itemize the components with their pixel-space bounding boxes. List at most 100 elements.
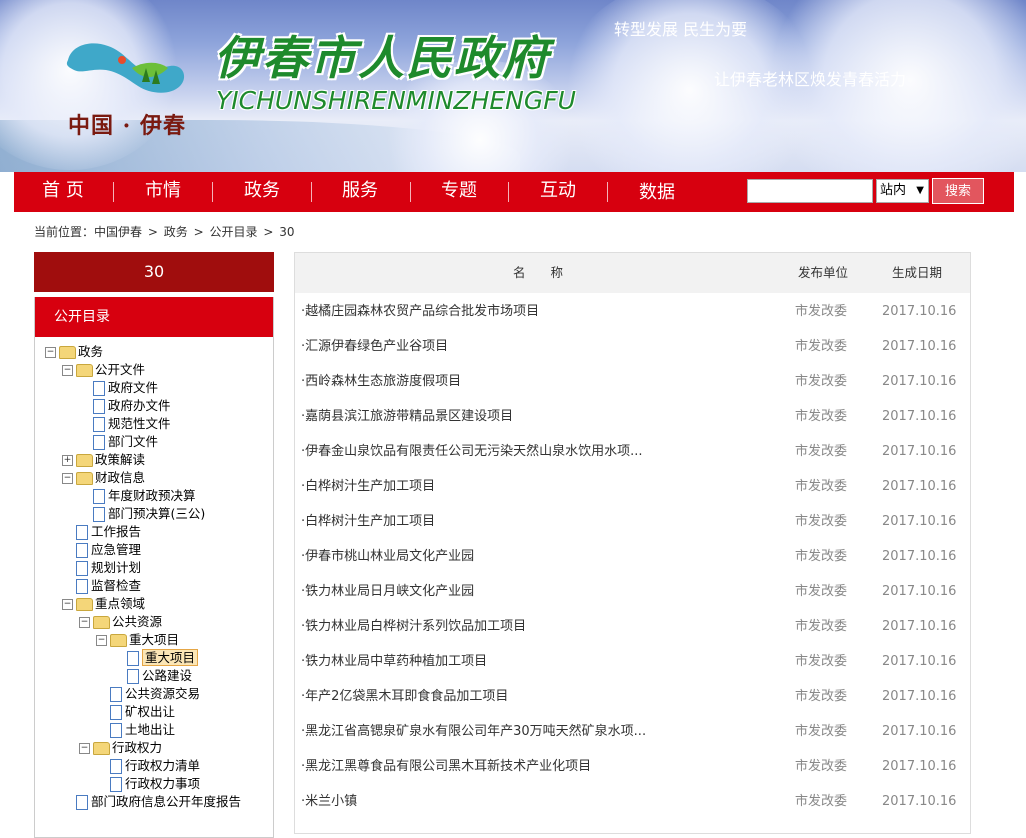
tree-node-label: 年度财政预决算 xyxy=(108,488,196,503)
collapse-icon[interactable]: − xyxy=(96,635,107,646)
tree-node[interactable]: 行政权力事项 xyxy=(110,775,200,793)
city-emblem-icon xyxy=(66,43,185,93)
nav-item-government[interactable]: 政务 xyxy=(227,172,297,212)
nav-separator xyxy=(607,182,608,202)
search-scope-select[interactable]: 站内 ▼ xyxy=(876,179,929,203)
document-icon xyxy=(110,777,122,792)
collapse-icon[interactable]: − xyxy=(79,743,90,754)
nav-separator xyxy=(508,182,509,202)
folder-icon xyxy=(93,742,110,755)
document-icon xyxy=(93,417,105,432)
list-item-title-link[interactable]: ·越橘庄园森林农贸产品综合批发市场项目 xyxy=(301,294,539,329)
tree-node[interactable]: 工作报告 xyxy=(76,523,141,541)
tree-node[interactable]: 公路建设 xyxy=(127,667,192,685)
tree-node[interactable]: 公共资源交易 xyxy=(110,685,200,703)
nav-item-topics[interactable]: 专题 xyxy=(424,172,494,212)
list-item-title-link[interactable]: ·铁力林业局日月峡文化产业园 xyxy=(301,574,474,609)
tree-node[interactable]: − 重点领域 xyxy=(62,595,145,613)
tree-node[interactable]: − 政务 xyxy=(45,343,103,361)
tree-node[interactable]: 部门政府信息公开年度报告 xyxy=(76,793,241,811)
site-title[interactable]: 伊春市人民政府 xyxy=(214,22,550,88)
list-item-title-link[interactable]: ·白桦树汁生产加工项目 xyxy=(301,469,435,504)
list-header: 名 称 发布单位 生成日期 xyxy=(295,253,970,293)
list-item-date: 2017.10.16 xyxy=(882,794,957,809)
search-input[interactable] xyxy=(747,179,873,203)
tree-node-label: 应急管理 xyxy=(91,542,142,557)
list-item-title-link[interactable]: ·白桦树汁生产加工项目 xyxy=(301,504,435,539)
tree-node[interactable]: 应急管理 xyxy=(76,541,141,559)
nav-item-services[interactable]: 服务 xyxy=(325,172,395,212)
folder-icon xyxy=(76,598,93,611)
tree-node[interactable]: 规划计划 xyxy=(76,559,141,577)
column-header-name: 名 称 xyxy=(513,265,564,280)
list-item-title-link[interactable]: ·黑龙江黑尊食品有限公司黑木耳新技术产业化项目 xyxy=(301,749,591,784)
tree-node-label: 公共资源交易 xyxy=(125,686,201,701)
collapse-icon[interactable]: − xyxy=(62,473,73,484)
collapse-icon[interactable]: − xyxy=(79,617,90,628)
expand-icon[interactable]: + xyxy=(62,455,73,466)
sidebar-head[interactable]: 公开目录 xyxy=(35,297,273,337)
folder-icon xyxy=(76,472,93,485)
list-item-unit: 市发改委 xyxy=(795,409,848,424)
list-item: ·白桦树汁生产加工项目 市发改委 2017.10.16 xyxy=(295,469,970,504)
search-button[interactable]: 搜索 xyxy=(932,178,984,204)
breadcrumb-catalog[interactable]: 公开目录 xyxy=(209,225,257,239)
site-title-pinyin: YICHUNSHIRENMINZHENGFU xyxy=(216,86,576,115)
list-item-date: 2017.10.16 xyxy=(882,304,957,319)
nav-item-city-info[interactable]: 市情 xyxy=(128,172,198,212)
list-item-date: 2017.10.16 xyxy=(882,724,957,739)
breadcrumb-home[interactable]: 当前位置：中国伊春 xyxy=(34,225,142,239)
list-item-title-link[interactable]: ·嘉荫县滨江旅游带精品景区建设项目 xyxy=(301,399,513,434)
list-item-date: 2017.10.16 xyxy=(882,444,957,459)
tree-node-label: 政策解读 xyxy=(95,452,146,467)
column-header-unit: 发布单位 xyxy=(798,265,849,280)
tree-node[interactable]: 土地出让 xyxy=(110,721,175,739)
tree-node[interactable]: − 公共资源 xyxy=(79,613,162,631)
list-item-title-link[interactable]: ·伊春市桃山林业局文化产业园 xyxy=(301,539,474,574)
list-item-title-link[interactable]: ·铁力林业局中草药种植加工项目 xyxy=(301,644,487,679)
list-item-title-link[interactable]: ·年产2亿袋黑木耳即食食品加工项目 xyxy=(301,679,508,714)
tree-node[interactable]: 重大项目 xyxy=(127,649,199,667)
list-item-title-link[interactable]: ·汇源伊春绿色产业谷项目 xyxy=(301,329,448,364)
tree-node-label: 部门文件 xyxy=(108,434,159,449)
tree-node-label: 规划计划 xyxy=(91,560,142,575)
tree-node[interactable]: − 重大项目 xyxy=(96,631,179,649)
collapse-icon[interactable]: − xyxy=(62,599,73,610)
tree-node[interactable]: 行政权力清单 xyxy=(110,757,200,775)
nav-item-home[interactable]: 首 页 xyxy=(28,172,98,212)
nav-separator xyxy=(113,182,114,202)
list-item-date: 2017.10.16 xyxy=(882,654,957,669)
tree-node[interactable]: − 财政信息 xyxy=(62,469,145,487)
tree-node[interactable]: 矿权出让 xyxy=(110,703,175,721)
tree-node[interactable]: 规范性文件 xyxy=(93,415,171,433)
document-icon xyxy=(76,525,88,540)
list-item-title-link[interactable]: ·黑龙江省高锶泉矿泉水有限公司年产30万吨天然矿泉水项... xyxy=(301,714,646,749)
header-banner: 中国 · 伊春 伊春市人民政府 YICHUNSHIRENMINZHENGFU 转… xyxy=(0,0,1026,172)
tree-node[interactable]: − 行政权力 xyxy=(79,739,162,757)
tree-node[interactable]: 政府文件 xyxy=(93,379,158,397)
list-item-title-link[interactable]: ·西岭森林生态旅游度假项目 xyxy=(301,364,461,399)
document-icon xyxy=(76,561,88,576)
collapse-icon[interactable]: − xyxy=(45,347,56,358)
nav-separator xyxy=(311,182,312,202)
breadcrumb-current: 30 xyxy=(279,225,295,239)
tree-node[interactable]: − 公开文件 xyxy=(62,361,145,379)
catalog-tree: − 政务 − 公开文件 政府文件 政府办文件 规范性文件 部门文件 + 政策解读 − 财政信息 年度财政… xyxy=(35,337,273,810)
tree-node[interactable]: + 政策解读 xyxy=(62,451,145,469)
list-item-title-link[interactable]: ·米兰小镇 xyxy=(301,784,357,819)
tree-node[interactable]: 部门预决算(三公) xyxy=(93,505,205,523)
tree-node-label: 公开文件 xyxy=(95,362,146,377)
nav-item-data[interactable]: 数据 xyxy=(622,174,692,214)
breadcrumb-government[interactable]: 政务 xyxy=(164,225,188,239)
collapse-icon[interactable]: − xyxy=(62,365,73,376)
document-icon xyxy=(110,687,122,702)
nav-item-interaction[interactable]: 互动 xyxy=(523,172,593,212)
tree-node[interactable]: 政府办文件 xyxy=(93,397,171,415)
list-item-title-link[interactable]: ·铁力林业局白桦树汁系列饮品加工项目 xyxy=(301,609,526,644)
list-item: ·铁力林业局中草药种植加工项目 市发改委 2017.10.16 xyxy=(295,644,970,679)
list-item-title-link[interactable]: ·伊春金山泉饮品有限责任公司无污染天然山泉水饮用水项... xyxy=(301,434,643,469)
project-list: 名 称 发布单位 生成日期 ·越橘庄园森林农贸产品综合批发市场项目市发改委 201… xyxy=(294,252,971,834)
tree-node[interactable]: 年度财政预决算 xyxy=(93,487,196,505)
tree-node[interactable]: 监督检查 xyxy=(76,577,141,595)
tree-node[interactable]: 部门文件 xyxy=(93,433,158,451)
